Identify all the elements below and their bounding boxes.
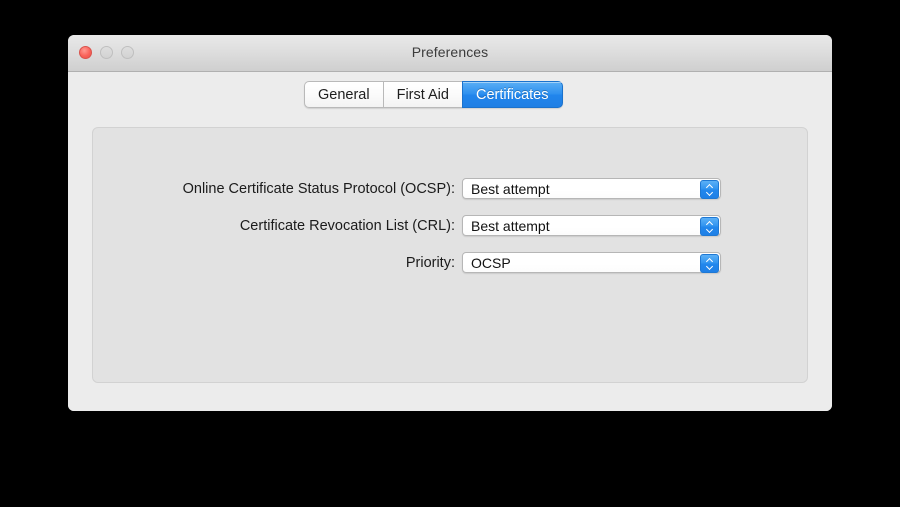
certificates-form: Online Certificate Status Protocol (OCSP… xyxy=(93,178,807,289)
priority-selected-value: OCSP xyxy=(471,254,511,271)
form-row-ocsp: Online Certificate Status Protocol (OCSP… xyxy=(93,178,807,199)
window-titlebar[interactable]: Preferences xyxy=(68,35,832,72)
crl-label: Certificate Revocation List (CRL): xyxy=(239,217,455,234)
window-title: Preferences xyxy=(411,44,489,60)
chevron-up-icon xyxy=(706,259,713,263)
certificates-panel: Online Certificate Status Protocol (OCSP… xyxy=(92,127,808,383)
chevron-up-icon xyxy=(706,222,713,226)
ocsp-popup-button[interactable]: Best attempt xyxy=(462,178,721,199)
tab-bar: General First Aid Certificates xyxy=(304,81,563,108)
tab-first-aid[interactable]: First Aid xyxy=(382,81,462,108)
chevron-down-icon xyxy=(706,191,713,195)
form-row-priority: Priority: OCSP xyxy=(93,252,807,273)
tab-general[interactable]: General xyxy=(304,81,383,108)
form-row-crl: Certificate Revocation List (CRL): Best … xyxy=(93,215,807,236)
chevron-up-icon xyxy=(706,185,713,189)
ocsp-label: Online Certificate Status Protocol (OCSP… xyxy=(182,180,455,197)
chevron-down-icon xyxy=(706,265,713,269)
crl-popup-button[interactable]: Best attempt xyxy=(462,215,721,236)
crl-selected-value: Best attempt xyxy=(471,217,550,234)
chevron-up-down-icon[interactable] xyxy=(700,217,719,236)
chevron-up-down-icon[interactable] xyxy=(700,180,719,199)
chevron-down-icon xyxy=(706,228,713,232)
priority-popup-button[interactable]: OCSP xyxy=(462,252,721,273)
chevron-up-down-icon[interactable] xyxy=(700,254,719,273)
ocsp-selected-value: Best attempt xyxy=(471,180,550,197)
priority-label: Priority: xyxy=(405,254,455,271)
tab-certificates[interactable]: Certificates xyxy=(461,81,563,108)
preferences-window: Preferences General First Aid Certificat… xyxy=(68,35,832,411)
window-body: General First Aid Certificates Online Ce… xyxy=(68,72,832,411)
